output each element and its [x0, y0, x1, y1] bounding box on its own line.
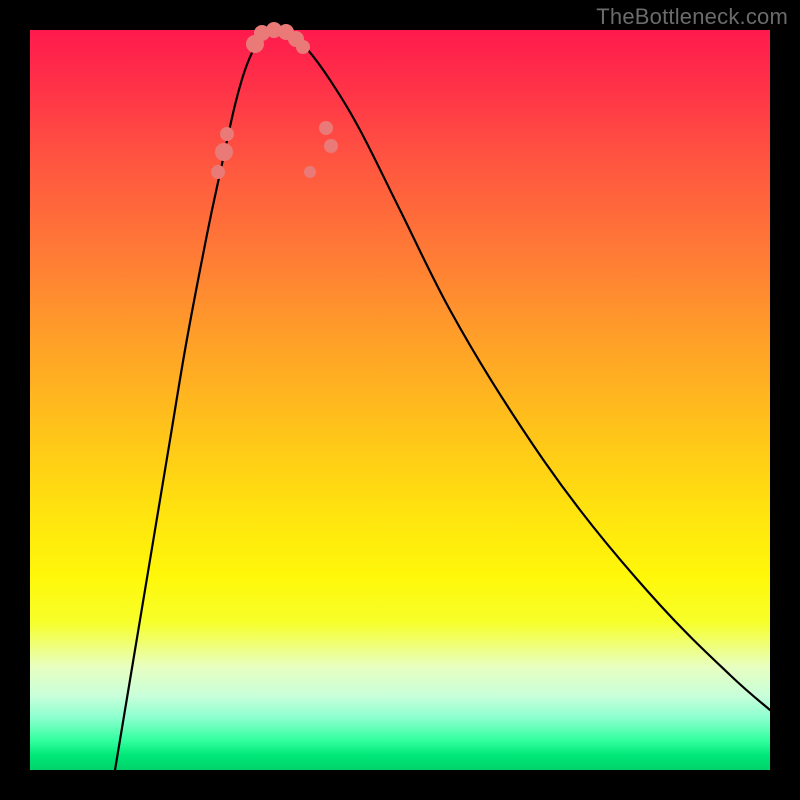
highlight-dot	[215, 143, 233, 161]
curve-svg	[30, 30, 770, 770]
chart-frame: TheBottleneck.com	[0, 0, 800, 800]
highlight-dot	[296, 40, 310, 54]
plot-area	[30, 30, 770, 770]
watermark-text: TheBottleneck.com	[596, 4, 788, 30]
highlight-dot	[304, 166, 316, 178]
highlight-dot	[319, 121, 333, 135]
highlight-dot	[324, 139, 338, 153]
highlight-dot	[220, 127, 234, 141]
bottleneck-curve	[115, 30, 770, 770]
highlight-dot	[211, 165, 225, 179]
highlight-dots	[211, 22, 338, 179]
